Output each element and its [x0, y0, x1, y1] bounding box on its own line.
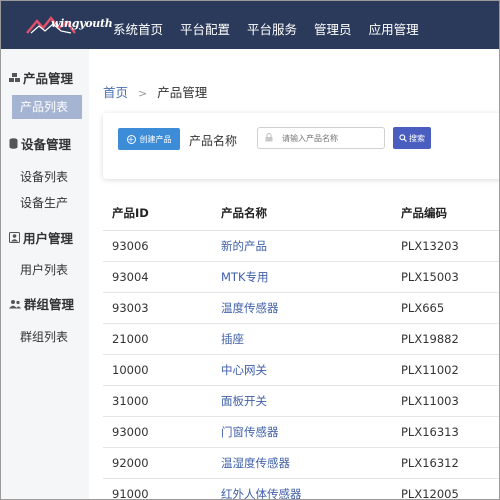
nav-item-platform-config[interactable]: 平台配置 [180, 19, 230, 38]
search-button[interactable]: 搜索 [393, 127, 431, 149]
cell-product-code: PLX11002 [401, 354, 499, 386]
table-row[interactable]: 21000 插座 PLX19882 [103, 323, 499, 355]
app-frame: wingyouth 系统首页 平台配置 平台服务 管理员 应用管理 产品管理 产… [0, 0, 500, 500]
column-header-code[interactable]: 产品编码 [401, 196, 499, 231]
table-row[interactable]: 93000 门窗传感器 PLX16313 [103, 416, 499, 448]
nav-item-admin[interactable]: 管理员 [314, 19, 352, 38]
plus-circle-icon: + [126, 134, 136, 144]
sidebar-group-users[interactable]: 用户管理 [9, 228, 73, 247]
cell-product-id: 92000 [103, 447, 213, 479]
breadcrumb-home-link[interactable]: 首页 [103, 85, 128, 100]
cell-product-id: 93000 [103, 416, 213, 448]
product-name-input[interactable] [257, 127, 385, 149]
top-bar: wingyouth 系统首页 平台配置 平台服务 管理员 应用管理 [1, 1, 499, 49]
cell-product-id: 93006 [103, 230, 213, 262]
product-table: 产品ID 产品名称 产品编码 93006 新的产品 PLX13203 93004 MTK… [103, 196, 499, 499]
cell-product-name-link[interactable]: 温度传感器 [213, 292, 401, 324]
table-header-row: 产品ID 产品名称 产品编码 [103, 196, 499, 231]
cell-product-code: PLX19882 [401, 323, 499, 355]
cell-product-name-link[interactable]: 新的产品 [213, 230, 401, 262]
top-nav: 系统首页 平台配置 平台服务 管理员 应用管理 [113, 19, 436, 38]
users-icon [9, 299, 21, 308]
nav-item-platform-service[interactable]: 平台服务 [247, 19, 297, 38]
table-row[interactable]: 93004 MTK专用 PLX15003 [103, 261, 499, 293]
cubes-icon [9, 72, 20, 82]
breadcrumb: 首页 > 产品管理 [103, 82, 207, 101]
cell-product-id: 91000 [103, 478, 213, 499]
nav-item-app-management[interactable]: 应用管理 [369, 19, 419, 38]
cell-product-id: 10000 [103, 354, 213, 386]
sidebar-group-label: 群组管理 [24, 297, 75, 312]
column-header-id[interactable]: 产品ID [103, 196, 213, 231]
sidebar-item-group-list[interactable]: 群组列表 [20, 328, 68, 345]
nav-item-home[interactable]: 系统首页 [113, 19, 163, 38]
cell-product-name-link[interactable]: 面板开关 [213, 385, 401, 417]
cell-product-code: PLX665 [401, 292, 499, 324]
sidebar-group-label: 用户管理 [23, 231, 74, 246]
search-panel: +创建产品 产品名称 搜索 [103, 113, 499, 179]
table-row[interactable]: 93006 新的产品 PLX13203 [103, 230, 499, 262]
cell-product-name-link[interactable]: 中心网关 [213, 354, 401, 386]
table-row[interactable]: 92000 温湿度传感器 PLX16312 [103, 447, 499, 479]
breadcrumb-current: 产品管理 [157, 85, 208, 100]
cell-product-code: PLX13203 [401, 230, 499, 262]
create-product-label: 创建产品 [139, 134, 172, 144]
cell-product-id: 93003 [103, 292, 213, 324]
cell-product-name-link[interactable]: 插座 [213, 323, 401, 355]
cell-product-code: PLX16313 [401, 416, 499, 448]
sidebar-group-groups[interactable]: 群组管理 [9, 294, 74, 313]
breadcrumb-separator: > [138, 87, 148, 100]
cell-product-name-link[interactable]: 门窗传感器 [213, 416, 401, 448]
product-name-label: 产品名称 [189, 134, 238, 148]
cell-product-name-link[interactable]: 温湿度传感器 [213, 447, 401, 479]
table-row[interactable]: 93003 温度传感器 PLX665 [103, 292, 499, 324]
sidebar-item-user-list[interactable]: 用户列表 [20, 261, 68, 278]
sidebar: 产品管理 产品列表 设备管理 设备列表 设备生产 用户管理 用户列表 群组管理 … [1, 49, 89, 499]
table-row[interactable]: 10000 中心网关 PLX11002 [103, 354, 499, 386]
table-body: 93006 新的产品 PLX13203 93004 MTK专用 PLX15003 93003… [103, 230, 499, 499]
cell-product-code: PLX11003 [401, 385, 499, 417]
database-icon [9, 138, 18, 149]
user-card-icon [9, 232, 20, 243]
sidebar-item-device-list[interactable]: 设备列表 [20, 168, 68, 185]
cell-product-id: 31000 [103, 385, 213, 417]
cell-product-id: 93004 [103, 261, 213, 293]
search-icon [399, 134, 407, 142]
brand-name[interactable]: wingyouth [51, 17, 113, 30]
cell-product-code: PLX12005 [401, 478, 499, 499]
cell-product-id: 21000 [103, 323, 213, 355]
search-button-label: 搜索 [409, 133, 425, 143]
lock-icon [265, 133, 273, 142]
cell-product-name-link[interactable]: 红外人体传感器 [213, 478, 401, 499]
sidebar-group-devices[interactable]: 设备管理 [9, 134, 71, 153]
cell-product-code: PLX16312 [401, 447, 499, 479]
sidebar-item-device-production[interactable]: 设备生产 [20, 194, 68, 211]
create-product-button[interactable]: + 创建产品 [118, 128, 180, 150]
main-content: 首页 > 产品管理 +创建产品 产品名称 搜索 产品ID 产品名称 产品编码 [89, 49, 499, 499]
sidebar-item-product-list[interactable]: 产品列表 [12, 95, 82, 119]
cell-product-code: PLX15003 [401, 261, 499, 293]
cell-product-name-link[interactable]: MTK专用 [213, 261, 401, 293]
sidebar-group-label: 设备管理 [21, 137, 72, 152]
table-row[interactable]: 91000 红外人体传感器 PLX12005 [103, 478, 499, 499]
sidebar-group-label: 产品管理 [23, 71, 74, 86]
sidebar-group-products[interactable]: 产品管理 [9, 68, 73, 87]
column-header-name[interactable]: 产品名称 [213, 196, 401, 231]
table-row[interactable]: 31000 面板开关 PLX11003 [103, 385, 499, 417]
